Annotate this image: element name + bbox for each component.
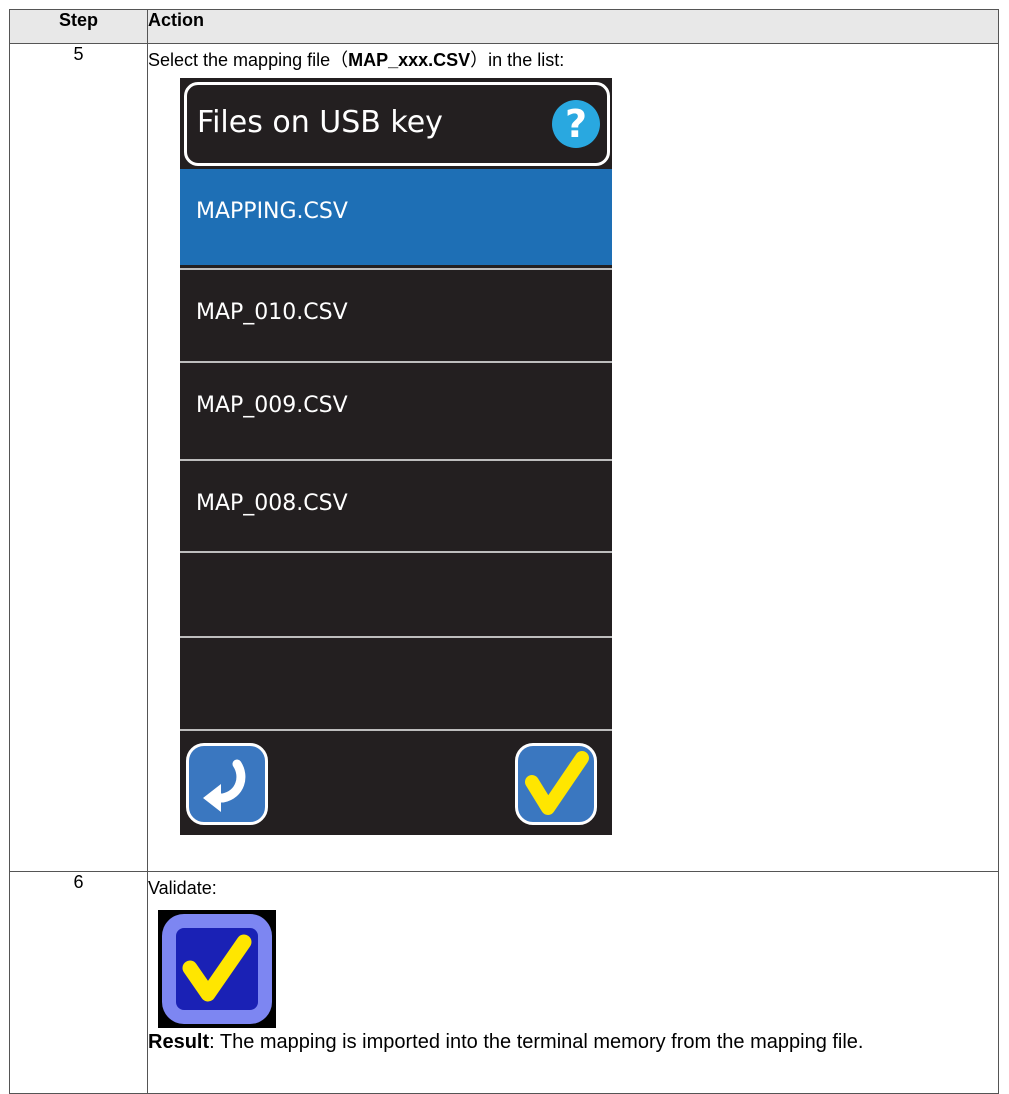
file-name: MAP_010.CSV (196, 300, 348, 325)
file-name: MAPPING.CSV (196, 199, 348, 224)
file-item[interactable]: MAP_009.CSV (180, 363, 612, 459)
file-name: MAP_009.CSV (196, 393, 348, 418)
action-cell: Validate: Result: The mapping is importe… (147, 871, 999, 1094)
steps-table: Step Action 5 Select the mapping file（MA… (9, 9, 999, 1094)
validate-button-face (176, 928, 258, 1010)
device-screen: Files on USB key ? MAPPING.CSV MAP_010.C… (180, 78, 612, 835)
confirm-button[interactable] (515, 743, 597, 825)
file-item[interactable]: MAPPING.CSV (180, 169, 612, 265)
file-name: MAP_008.CSV (196, 491, 348, 516)
divider (180, 729, 612, 731)
action-cell: Select the mapping file（MAP_xxx.CSV）in t… (147, 43, 999, 872)
result-description: : The mapping is imported into the termi… (209, 1031, 864, 1053)
checkmark-icon (525, 751, 589, 815)
instruction-suffix: ）in the list: (470, 50, 565, 70)
checkmark-icon (182, 934, 252, 1002)
table-row: 6 Validate: Result: The mapping is impor… (9, 871, 999, 1094)
result-label: Result (148, 1031, 210, 1053)
validate-button-frame (162, 914, 272, 1024)
step-number: 6 (9, 871, 148, 1094)
file-item[interactable] (180, 638, 612, 728)
file-item[interactable]: MAP_010.CSV (180, 270, 612, 359)
svg-text:?: ? (565, 102, 587, 146)
file-item[interactable]: MAP_008.CSV (180, 461, 612, 551)
screen-title: Files on USB key (197, 105, 443, 140)
step-column-header: Step (9, 9, 148, 44)
step-number: 5 (9, 43, 148, 872)
instruction-prefix: Select the mapping file（ (148, 50, 349, 70)
instruction-text: Validate: (148, 878, 217, 898)
action-column-header: Action (147, 9, 999, 44)
back-button[interactable] (186, 743, 268, 825)
validate-button-image (158, 910, 276, 1028)
screen-title-bar: Files on USB key ? (184, 82, 610, 166)
return-arrow-icon (203, 759, 246, 812)
file-pattern: MAP_xxx.CSV (348, 50, 471, 70)
instruction-text: Select the mapping file（MAP_xxx.CSV）in t… (148, 48, 998, 72)
file-item[interactable] (180, 553, 612, 636)
table-row: 5 Select the mapping file（MAP_xxx.CSV）in… (9, 43, 999, 872)
question-mark-icon[interactable]: ? (551, 99, 601, 149)
result-text: Result: The mapping is imported into the… (148, 1030, 998, 1054)
